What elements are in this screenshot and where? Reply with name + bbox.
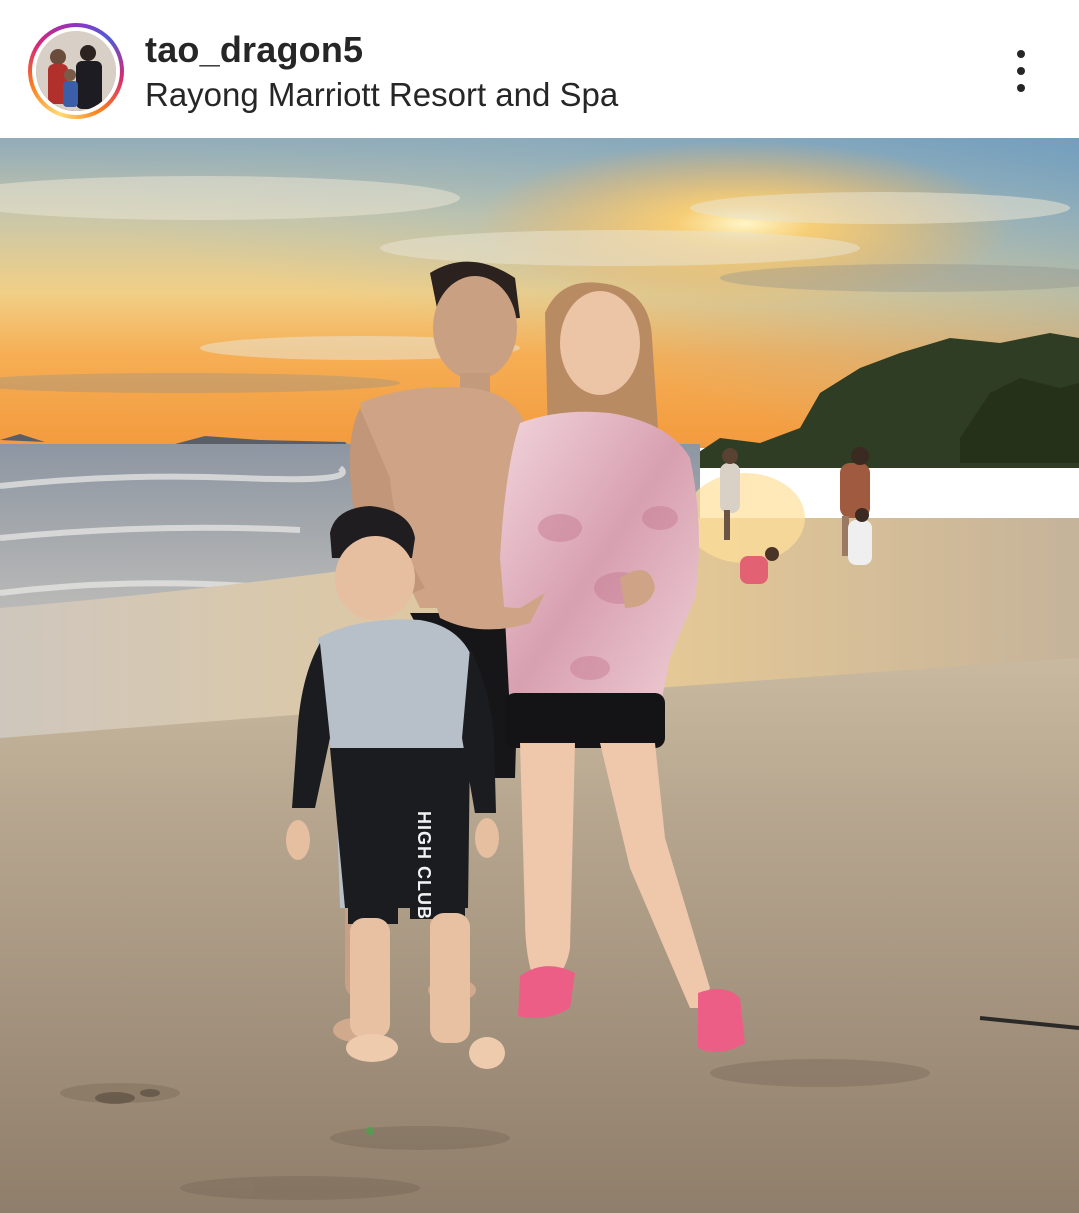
avatar-photo-icon: [36, 31, 116, 111]
username-link[interactable]: tao_dragon5: [145, 29, 363, 71]
more-dot: [1017, 84, 1025, 92]
more-dot: [1017, 67, 1025, 75]
post-photo[interactable]: HIGH CLUB: [0, 138, 1079, 1213]
post-header: tao_dragon5 Rayong Marriott Resort and S…: [0, 0, 1079, 138]
more-options-icon[interactable]: [1001, 46, 1041, 96]
shirt-print: HIGH CLUB: [414, 811, 434, 920]
avatar-image: [36, 31, 116, 111]
location-link[interactable]: Rayong Marriott Resort and Spa: [145, 76, 618, 114]
profile-avatar[interactable]: [28, 23, 124, 119]
more-dot: [1017, 50, 1025, 58]
avatar-inner: [32, 27, 120, 115]
beach-sunset-photo: [0, 138, 1079, 1213]
